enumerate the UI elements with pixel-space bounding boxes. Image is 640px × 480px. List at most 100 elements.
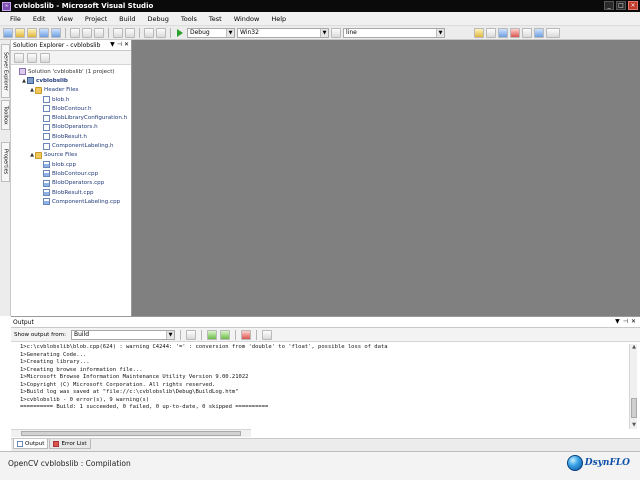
close-panel-icon[interactable]: ✕ [124, 41, 129, 48]
new-project-icon[interactable] [3, 27, 13, 38]
menu-tools[interactable]: Tools [175, 15, 203, 23]
scroll-thumb[interactable] [21, 431, 241, 436]
solution-explorer-icon[interactable] [474, 27, 484, 38]
cpp-file-icon [43, 161, 50, 169]
add-item-icon[interactable] [15, 27, 25, 38]
go-to-next-message-icon[interactable] [220, 329, 231, 340]
tree-node[interactable]: BlobOperators.cpp [11, 179, 131, 188]
visual-studio-icon: ∞ [2, 1, 11, 11]
window-position-icon[interactable]: ▼ [110, 41, 115, 48]
output-toolbar: Show output from: Build ▼ [11, 328, 640, 342]
editor-area[interactable] [132, 40, 640, 316]
navigate-forward-icon[interactable] [156, 27, 166, 38]
show-all-files-icon[interactable] [27, 52, 37, 63]
tree-node[interactable]: BlobResult.cpp [11, 188, 131, 197]
close-panel-icon[interactable]: ✕ [631, 318, 636, 325]
tree-node[interactable]: blob.h [11, 95, 131, 104]
cpp-file-icon [43, 189, 50, 196]
refresh-icon[interactable] [40, 52, 50, 63]
toolbox-icon[interactable] [510, 27, 520, 38]
tree-node[interactable]: BlobContour.h [11, 104, 131, 113]
find-in-files-icon[interactable] [331, 27, 341, 38]
redo-icon[interactable] [125, 27, 135, 38]
class-view-icon[interactable] [534, 27, 544, 38]
tree-node-label: BlobContour.cpp [52, 170, 99, 177]
save-all-icon[interactable] [51, 27, 61, 38]
cpp-file-icon [43, 170, 50, 178]
go-to-previous-message-icon[interactable] [207, 329, 218, 340]
tree-node[interactable]: ComponentLabeling.cpp [11, 197, 131, 206]
solution-platform-dropdown[interactable]: Win32 ▼ [237, 27, 329, 38]
menu-window[interactable]: Window [228, 15, 266, 23]
properties-window-icon[interactable] [486, 27, 496, 38]
toggle-word-wrap-icon[interactable] [262, 329, 273, 340]
tree-node[interactable]: ▲ cvblobslib [11, 76, 131, 85]
start-page-icon[interactable] [522, 27, 532, 38]
window-position-icon[interactable]: ▼ [615, 318, 620, 325]
menu-view[interactable]: View [51, 15, 78, 23]
minimize-button[interactable]: _ [604, 1, 614, 10]
menu-build[interactable]: Build [113, 15, 141, 23]
output-line: 1>Microsoft Browse Information Maintenan… [20, 374, 249, 380]
properties-icon[interactable] [14, 52, 24, 63]
header-file-icon [43, 142, 50, 150]
tree-node[interactable]: blob.cpp [11, 160, 131, 169]
tree-node[interactable]: BlobOperators.h [11, 123, 131, 132]
tree-node[interactable]: BlobLibraryConfiguration.h [11, 113, 131, 122]
show-output-from-dropdown[interactable]: Build ▼ [71, 329, 176, 340]
output-vertical-scrollbar[interactable]: ▲ ▼ [629, 344, 637, 429]
tree-node[interactable]: BlobContour.cpp [11, 169, 131, 178]
solution-explorer-title: Solution Explorer - cvblobslib [13, 41, 101, 49]
cut-icon[interactable] [70, 27, 80, 38]
tree-node[interactable]: Solution 'cvblobslib' (1 project) [11, 67, 131, 76]
auto-hide-pin-icon[interactable]: ⊣ [623, 318, 628, 325]
close-button[interactable]: × [628, 1, 638, 10]
tree-node[interactable]: ▲ Header Files [11, 86, 131, 95]
tree-node[interactable]: BlobResult.h [11, 132, 131, 141]
maximize-button[interactable]: □ [616, 1, 626, 10]
output-text[interactable]: 1>c:\cvblobslib\blob.cpp(624) : warning … [11, 344, 629, 429]
status-bar: OpenCV cvblobslib : Compilation DsynFLO [0, 451, 640, 480]
scroll-up-icon[interactable]: ▲ [630, 344, 638, 351]
solution-icon [19, 68, 26, 76]
server-explorer-tab[interactable]: Server Explorer [1, 44, 10, 98]
solution-configuration-dropdown[interactable]: Debug ▼ [187, 27, 235, 38]
clear-all-icon[interactable] [241, 329, 252, 340]
menu-debug[interactable]: Debug [142, 15, 175, 23]
tab-output[interactable]: Output [13, 439, 49, 449]
copy-icon[interactable] [82, 27, 92, 38]
find-combo[interactable]: line ▼ [343, 27, 445, 38]
undo-icon[interactable] [113, 27, 123, 38]
output-horizontal-scrollbar[interactable] [11, 429, 251, 437]
navigate-backward-icon[interactable] [144, 27, 154, 38]
solution-explorer-panel: Solution Explorer - cvblobslib ▼ ⊣ ✕ Sol… [11, 40, 132, 316]
tree-node-label: blob.cpp [52, 161, 77, 168]
toolbar-options-icon[interactable] [546, 27, 560, 38]
tree-node[interactable]: ▲ Source Files [11, 151, 131, 160]
header-file-icon [43, 133, 50, 141]
tab-error-list[interactable]: Error List [49, 439, 91, 449]
menu-test[interactable]: Test [203, 15, 228, 23]
toolbox-tab[interactable]: Toolbox [1, 100, 10, 130]
output-header: Output ▼ ⊣ ✕ [11, 317, 640, 328]
object-browser-icon[interactable] [498, 27, 508, 38]
tab-output-label: Output [25, 440, 45, 447]
properties-tab[interactable]: Properties [1, 142, 10, 182]
scroll-thumb[interactable] [631, 398, 637, 418]
error-list-icon [53, 440, 60, 447]
scroll-down-icon[interactable]: ▼ [630, 422, 638, 429]
menu-file[interactable]: File [4, 15, 27, 23]
tree-node[interactable]: ComponentLabeling.h [11, 141, 131, 150]
solution-configuration-value: Debug [190, 28, 210, 36]
auto-hide-pin-icon[interactable]: ⊣ [117, 41, 122, 48]
start-debugging-icon[interactable] [177, 28, 183, 37]
save-icon[interactable] [39, 27, 49, 38]
output-line: 1>Creating library... [20, 359, 90, 365]
menu-project[interactable]: Project [79, 15, 113, 23]
menu-help[interactable]: Help [265, 15, 292, 23]
open-file-icon[interactable] [27, 27, 37, 38]
output-line: 1>Creating browse information file... [20, 366, 143, 373]
menu-edit[interactable]: Edit [27, 15, 52, 23]
paste-icon[interactable] [94, 27, 104, 38]
find-message-in-code-icon[interactable] [186, 329, 197, 340]
